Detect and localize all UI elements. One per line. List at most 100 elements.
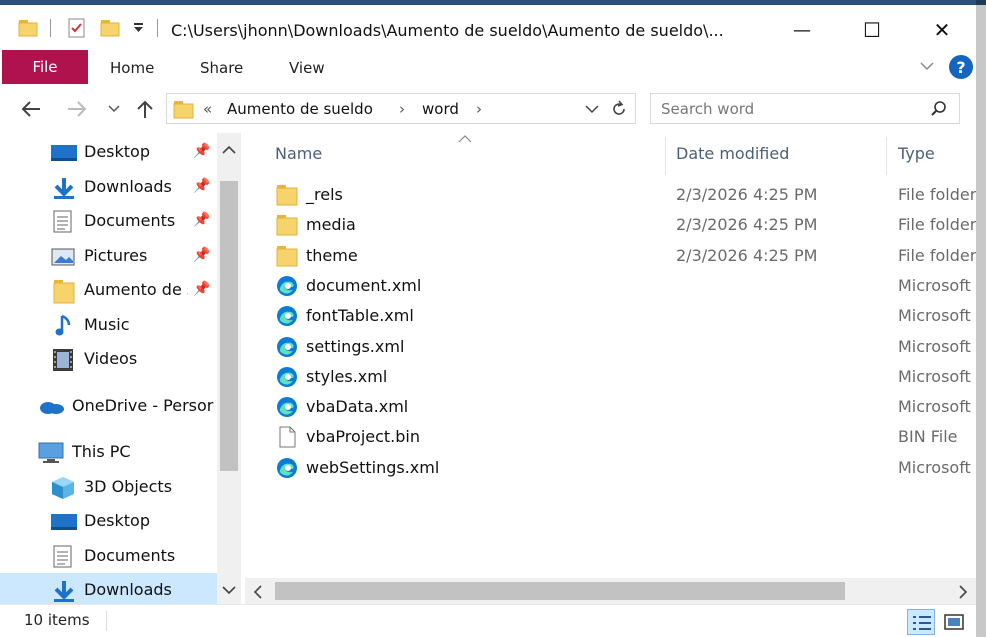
tab-file[interactable]: File [2,50,88,84]
sidebar-item-aumento-de-sueldo[interactable]: Aumento de s 📌 [0,273,217,307]
sidebar-item-documents[interactable]: Documents 📌 [0,204,217,238]
item-count: 10 items [24,611,90,629]
folder-icon [276,215,298,236]
properties-icon[interactable] [66,17,88,39]
recent-locations-icon[interactable] [108,104,120,114]
folder-icon [53,280,75,304]
tab-view[interactable]: View [289,59,325,77]
folder-icon [173,101,194,119]
file-row-vbadata-xml[interactable]: vbaData.xml Microsoft [265,392,976,422]
file-type: Microsoft [898,276,971,295]
tab-home[interactable]: Home [110,59,154,77]
file-name: document.xml [306,276,422,295]
sidebar-item-pictures[interactable]: Pictures 📌 [0,239,217,273]
maximize-button[interactable]: ☐ [841,10,903,50]
sidebar-item-label: This PC [72,442,131,461]
sidebar-item-downloads[interactable]: Downloads 📌 [0,170,217,204]
sidebar-item-downloads-pc[interactable]: Downloads [0,573,217,604]
up-arrow-icon[interactable] [136,99,154,119]
file-type: File folder [898,246,976,265]
details-view-button[interactable] [907,609,935,635]
folder-icon[interactable] [18,17,40,39]
address-separator[interactable]: › [399,100,405,118]
address-segment-aumento[interactable]: Aumento de sueldo [227,100,373,118]
search-input[interactable] [661,98,921,120]
file-row-styles-xml[interactable]: styles.xml Microsoft [265,362,976,392]
column-divider[interactable] [886,137,887,175]
file-name: vbaProject.bin [306,427,420,446]
scrollbar-thumb[interactable] [275,582,845,600]
sidebar-item-desktop-pc[interactable]: Desktop [0,504,217,538]
address-bar[interactable]: « Aumento de sueldo › word › [166,93,636,124]
edge-icon [277,367,297,387]
horizontal-scrollbar[interactable] [245,578,976,604]
sidebar-item-videos[interactable]: Videos [0,342,217,376]
file-icon [279,426,296,448]
navigation-scrollbar[interactable] [217,133,241,604]
expand-ribbon-icon[interactable] [920,61,934,71]
details-view-icon [913,616,931,630]
file-row-rels[interactable]: _rels 2/3/2026 4:25 PM File folder [265,180,976,210]
column-header-date[interactable]: Date modified [676,144,789,163]
file-type: File folder [898,215,976,234]
downloads-icon [54,178,74,199]
column-header-name[interactable]: Name [275,144,322,163]
file-row-settings-xml[interactable]: settings.xml Microsoft [265,332,976,362]
desktop-edge [976,0,986,637]
file-row-document-xml[interactable]: document.xml Microsoft [265,271,976,301]
file-name: styles.xml [306,367,388,386]
back-arrow-icon[interactable] [20,100,42,118]
column-header-type[interactable]: Type [898,144,935,163]
sidebar-item-3d-objects[interactable]: 3D Objects [0,470,217,504]
pin-icon: 📌 [193,212,211,228]
address-separator[interactable]: › [476,100,482,118]
minimize-button[interactable]: — [771,10,833,50]
window-title: C:\Users\jhonn\Downloads\Aumento de suel… [171,21,724,40]
address-overflow[interactable]: « [203,100,212,118]
sidebar-item-onedrive[interactable]: OneDrive - Persor [0,389,217,423]
desktop-icon [51,145,77,161]
qa-divider [157,19,158,37]
downloads-icon [54,581,74,602]
close-button[interactable]: ✕ [911,10,973,50]
new-folder-icon[interactable] [100,17,122,39]
address-segment-word[interactable]: word [422,100,459,118]
large-icons-view-button[interactable] [940,609,968,635]
file-date: 2/3/2026 4:25 PM [676,215,818,234]
sidebar-item-documents-pc[interactable]: Documents [0,539,217,573]
help-button[interactable]: ? [949,55,973,79]
sidebar-item-label: Aumento de s [84,280,188,299]
file-row-theme[interactable]: theme 2/3/2026 4:25 PM File folder [265,241,976,271]
file-row-vbaproject-bin[interactable]: vbaProject.bin BIN File [265,422,976,452]
scrollbar-thumb[interactable] [220,181,238,471]
file-type: Microsoft [898,397,971,416]
file-name: media [306,215,356,234]
forward-arrow-icon[interactable] [66,100,88,118]
customize-quick-access-icon[interactable] [132,21,146,43]
file-name: fontTable.xml [306,306,414,325]
scroll-down-icon[interactable] [222,585,236,595]
pin-icon: 📌 [193,178,211,194]
scroll-left-icon[interactable] [253,585,263,599]
scroll-up-icon[interactable] [222,145,236,155]
file-row-websettings-xml[interactable]: webSettings.xml Microsoft [265,453,976,483]
scroll-right-icon[interactable] [958,585,968,599]
pin-icon: 📌 [193,281,211,297]
sidebar-item-label: Documents [84,211,176,230]
file-row-media[interactable]: media 2/3/2026 4:25 PM File folder [265,210,976,240]
title-bar: C:\Users\jhonn\Downloads\Aumento de suel… [0,5,976,50]
file-row-fonttable-xml[interactable]: fontTable.xml Microsoft [265,301,976,331]
sidebar-item-music[interactable]: Music [0,308,217,342]
file-name: settings.xml [306,337,405,356]
search-box[interactable] [650,93,960,124]
sidebar-item-desktop[interactable]: Desktop 📌 [0,135,217,169]
pictures-icon [51,248,75,266]
search-icon[interactable] [930,100,948,118]
address-dropdown-icon[interactable] [585,104,599,114]
refresh-icon[interactable] [609,99,629,119]
file-type: BIN File [898,427,958,446]
column-divider[interactable] [665,137,666,175]
tab-share[interactable]: Share [200,59,243,77]
sidebar-item-this-pc[interactable]: This PC [0,435,217,469]
desktop-edge-top [976,0,986,5]
